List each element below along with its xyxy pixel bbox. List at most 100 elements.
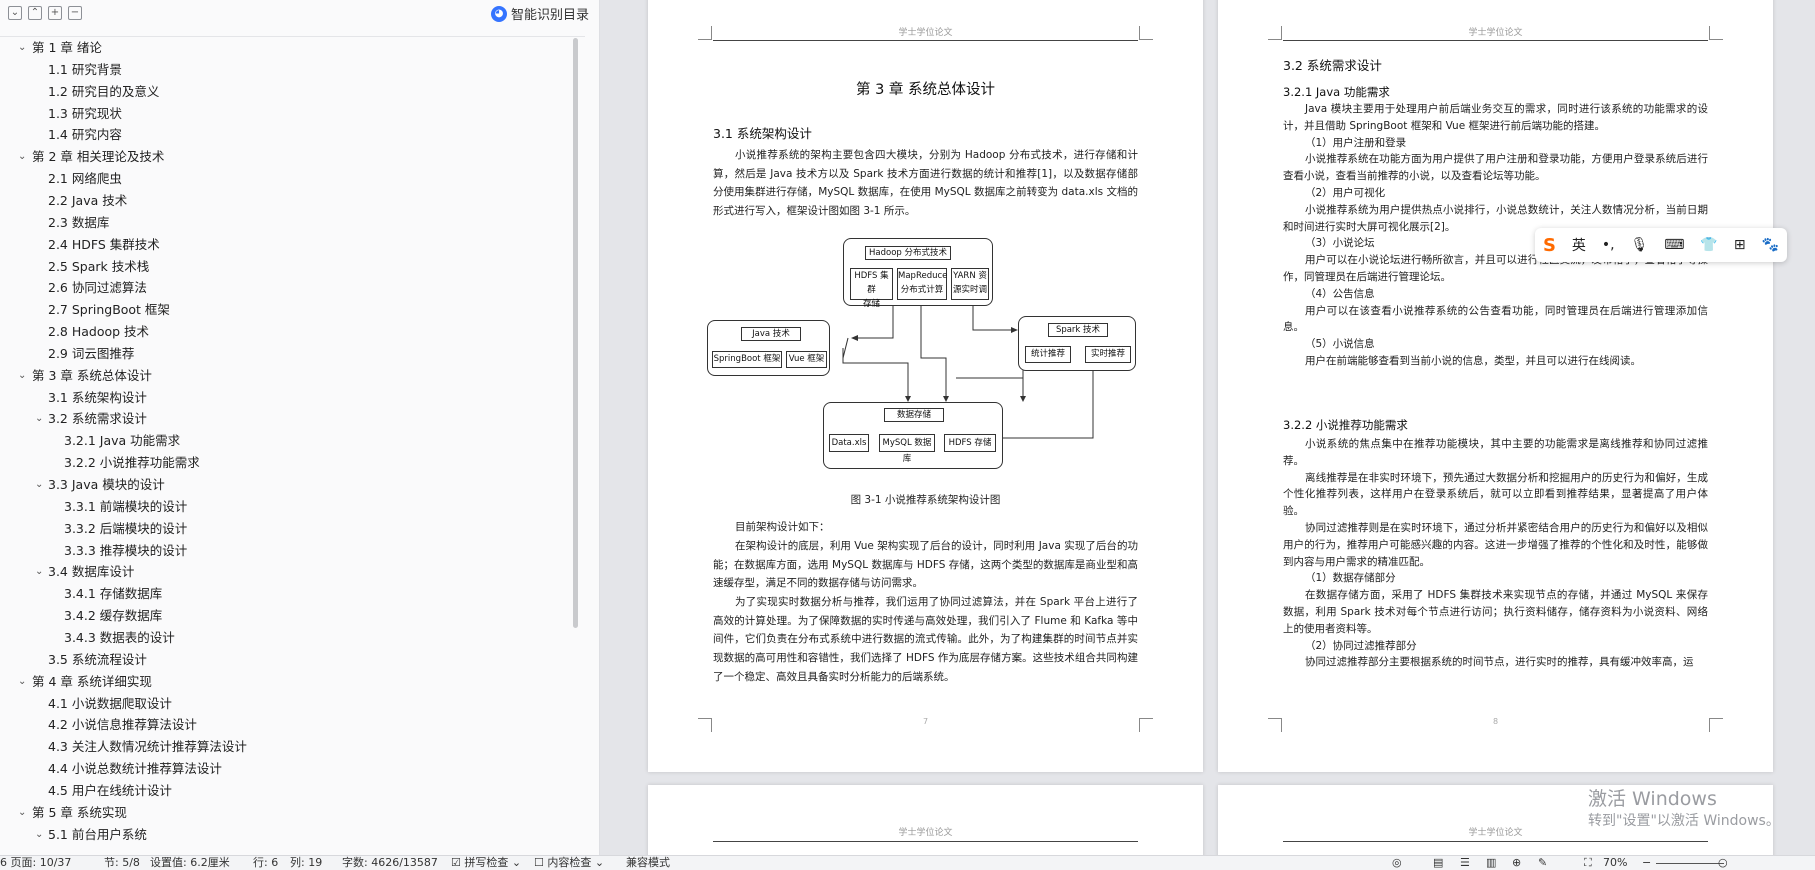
- paragraph: （1）用户注册和登录: [1305, 136, 1407, 149]
- mic-icon[interactable]: 🎙: [1631, 237, 1649, 253]
- add-heading-icon[interactable]: +: [48, 6, 62, 20]
- outline-item[interactable]: 2.5 Spark 技术栈: [0, 256, 570, 277]
- outline-item[interactable]: 4.3 关注人数情况统计推荐算法设计: [0, 736, 570, 757]
- outline-item[interactable]: ⌄ 第 5 章 系统实现: [0, 802, 570, 823]
- outline-item-label: 3.2.1 Java 功能需求: [64, 433, 181, 449]
- outline-item[interactable]: ⌄ 第 4 章 系统详细实现: [0, 671, 570, 692]
- outline-item[interactable]: 2.9 词云图推荐: [0, 343, 570, 364]
- smart-toc-button[interactable]: ◕ 智能识别目录: [490, 4, 589, 23]
- outline-item[interactable]: 3.4.3 数据表的设计: [0, 627, 570, 648]
- outline-item[interactable]: 3.3.1 前端模块的设计: [0, 496, 570, 517]
- remove-heading-icon[interactable]: −: [68, 6, 82, 20]
- outline-item[interactable]: 1.1 研究背景: [0, 59, 570, 80]
- collapse-all-icon[interactable]: ⌄: [8, 6, 22, 20]
- outline-scrollbar[interactable]: [573, 38, 578, 628]
- outline-item[interactable]: 3.4.1 存储数据库: [0, 583, 570, 604]
- outline-item[interactable]: 1.4 研究内容: [0, 124, 570, 145]
- chevron-down-icon[interactable]: ⌄: [18, 802, 26, 823]
- chevron-down-icon[interactable]: ⌄: [18, 365, 26, 386]
- zoom-fit-icon[interactable]: ⛶: [1584, 856, 1592, 870]
- content-check-button[interactable]: ☐ 内容检查 ⌄: [534, 856, 604, 870]
- paragraph: Java 模块主要用于处理用户前后端业务交互的需求，同时进行该系统的功能需求的设…: [1283, 103, 1708, 132]
- status-page[interactable]: 6 页面: 10/37: [0, 856, 71, 870]
- page-7[interactable]: 学士学位论文 第 3 章 系统总体设计 3.1 系统架构设计 小说推荐系统的架构…: [648, 0, 1203, 772]
- outline-item[interactable]: 3.5 系统流程设计: [0, 649, 570, 670]
- zoom-slider[interactable]: [1656, 863, 1724, 864]
- view-page-icon[interactable]: ▤: [1433, 856, 1443, 870]
- ime-toolbar[interactable]: S 英 •, 🎙 ⌨ 👕 ⊞ 🐾: [1535, 228, 1787, 262]
- content-check-label: 内容检查: [547, 856, 592, 869]
- outline-item[interactable]: ⌄ 第 2 章 相关理论及技术: [0, 146, 570, 167]
- status-words[interactable]: 字数: 4626/13587: [342, 856, 438, 870]
- focus-icon[interactable]: ◎: [1392, 856, 1402, 870]
- outline-item[interactable]: 2.2 Java 技术: [0, 190, 570, 211]
- outline-item-label: 4.3 关注人数情况统计推荐算法设计: [48, 739, 247, 755]
- status-section: 节: 5/8: [104, 856, 140, 869]
- outline-item[interactable]: ⌄ 3.3 Java 模块的设计: [0, 474, 570, 495]
- view-web-icon[interactable]: ⊕: [1512, 856, 1521, 870]
- outline-item[interactable]: 4.5 用户在线统计设计: [0, 780, 570, 801]
- outline-item[interactable]: 3.1 系统架构设计: [0, 387, 570, 408]
- subsection-title: 3.2.2 小说推荐功能需求: [1283, 418, 1408, 432]
- outline-item[interactable]: 2.8 Hadoop 技术: [0, 321, 570, 342]
- outline-item[interactable]: 2.1 网络爬虫: [0, 168, 570, 189]
- sogou-logo-icon[interactable]: S: [1543, 235, 1556, 256]
- outline-item[interactable]: 4.2 小说信息推荐算法设计: [0, 714, 570, 735]
- skin-icon[interactable]: 👕: [1700, 237, 1717, 253]
- chevron-down-icon[interactable]: ⌄: [35, 561, 43, 582]
- outline-item[interactable]: ⌄ 第 1 章 绪论: [0, 37, 570, 58]
- chevron-down-icon[interactable]: ⌄: [18, 37, 26, 58]
- outline-item-label: 第 5 章 系统实现: [32, 804, 127, 820]
- crop-mark: [1268, 26, 1282, 40]
- page-9[interactable]: 学士学位论文: [648, 785, 1203, 855]
- ime-lang-toggle[interactable]: 英: [1572, 235, 1586, 255]
- outline-item[interactable]: ⌄ 3.2 系统需求设计: [0, 408, 570, 429]
- pen-icon[interactable]: ✎: [1538, 856, 1547, 870]
- paragraph: 协同过滤推荐则是在实时环境下，通过分析并紧密结合用户的历史行为和偏好以及相似用户…: [1283, 521, 1708, 568]
- outline-item[interactable]: 2.3 数据库: [0, 212, 570, 233]
- outline-item[interactable]: 2.6 协同过滤算法: [0, 277, 570, 298]
- outline-item-label: 2.1 网络爬虫: [48, 171, 122, 187]
- chevron-down-icon[interactable]: ⌄: [35, 474, 43, 495]
- spell-check-button[interactable]: ☑ 拼写检查 ⌄: [451, 856, 521, 870]
- view-read-icon[interactable]: ▥: [1486, 856, 1496, 870]
- stats-box: 统计推荐: [1025, 346, 1071, 363]
- outline-item[interactable]: 3.4.2 缓存数据库: [0, 605, 570, 626]
- arrow-line: [842, 348, 909, 400]
- outline-item[interactable]: 1.2 研究目的及意义: [0, 81, 570, 102]
- outline-item-label: 4.1 小说数据爬取设计: [48, 695, 172, 711]
- keyboard-icon[interactable]: ⌨: [1664, 237, 1684, 253]
- chevron-down-icon[interactable]: ⌄: [18, 146, 26, 167]
- zoom-out-icon[interactable]: −: [1642, 856, 1651, 870]
- view-outline-icon[interactable]: ☰: [1460, 856, 1470, 870]
- outline-item[interactable]: ⌄ 第 3 章 系统总体设计: [0, 365, 570, 386]
- outline-item[interactable]: 3.3.3 推荐模块的设计: [0, 540, 570, 561]
- punct-icon[interactable]: •,: [1602, 237, 1615, 253]
- chevron-down-icon[interactable]: ⌄: [18, 671, 26, 692]
- storage-title: 数据存储: [884, 408, 944, 422]
- arrow-line: [842, 337, 849, 359]
- outline-item[interactable]: 3.2.1 Java 功能需求: [0, 430, 570, 451]
- arrow-line: [920, 306, 947, 400]
- outline-item[interactable]: 3.3.2 后端模块的设计: [0, 518, 570, 539]
- outline-item[interactable]: 4.1 小说数据爬取设计: [0, 693, 570, 714]
- outline-item[interactable]: 1.3 研究现状: [0, 103, 570, 124]
- mapreduce-box: MapReduce 分布式计算: [897, 268, 947, 300]
- zoom-level[interactable]: 70%: [1603, 856, 1627, 870]
- outline-item[interactable]: 2.7 SpringBoot 框架: [0, 299, 570, 320]
- zoom-slider-handle[interactable]: ○: [1718, 856, 1728, 870]
- mascot-icon[interactable]: 🐾: [1762, 237, 1779, 253]
- document-area[interactable]: 学士学位论文 第 3 章 系统总体设计 3.1 系统架构设计 小说推荐系统的架构…: [600, 0, 1815, 855]
- outline-item[interactable]: 3.2.2 小说推荐功能需求: [0, 452, 570, 473]
- outline-item[interactable]: 4.4 小说总数统计推荐算法设计: [0, 758, 570, 779]
- header-line: [713, 841, 1138, 842]
- outline-item[interactable]: ⌄ 5.1 前台用户系统: [0, 824, 570, 845]
- paragraph: 在架构设计的底层，利用 Vue 架构实现了后台的设计，同时利用 Java 实现了…: [713, 540, 1138, 590]
- expand-all-icon[interactable]: ⌃: [28, 6, 42, 20]
- outline-item[interactable]: ⌄ 3.4 数据库设计: [0, 561, 570, 582]
- grid-icon[interactable]: ⊞: [1734, 237, 1746, 253]
- outline-item[interactable]: 2.4 HDFS 集群技术: [0, 234, 570, 255]
- chevron-down-icon[interactable]: ⌄: [35, 408, 43, 429]
- page-8[interactable]: 学士学位论文 3.2 系统需求设计 3.2.1 Java 功能需求 Java 模…: [1218, 0, 1773, 772]
- chevron-down-icon[interactable]: ⌄: [35, 824, 43, 845]
